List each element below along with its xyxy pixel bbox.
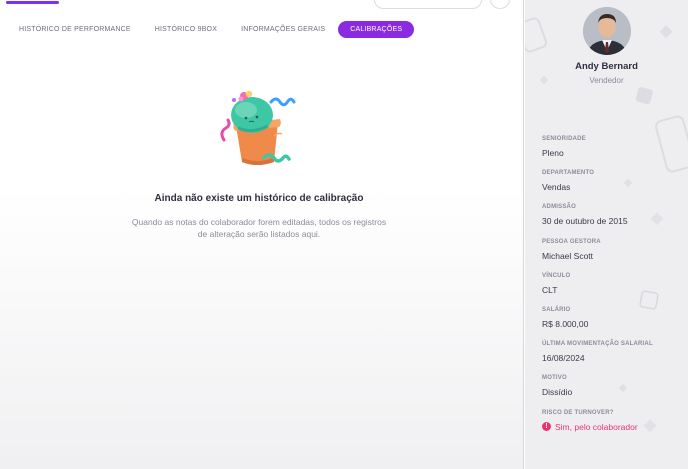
alert-circle-icon: ! [542,422,551,431]
search-input[interactable] [374,0,482,9]
field-contract-type: VÍNCULO CLT [542,273,682,307]
tab-general-info[interactable]: INFORMAÇÕES GERAIS [230,21,336,38]
field-value: Vendas [542,182,571,193]
avatar [583,7,631,55]
profile-fields: SENIORIDADE Pleno DEPARTAMENTO Vendas AD… [542,136,682,444]
field-last-salary-change: ÚLTIMA MOVIMENTAÇÃO SALARIAL 16/08/2024 [542,341,682,375]
field-label: PESSOA GESTORA [542,238,601,245]
field-value: Pleno [542,148,564,158]
field-value: Dissídio [542,387,573,398]
field-label: ADMISSÃO [542,204,576,211]
tab-performance-history[interactable]: HISTÓRICO DE PERFORMANCE [8,21,142,38]
profile-role: Vendedor [589,76,624,85]
field-admission: ADMISSÃO 30 de outubro de 2015 [542,204,682,238]
profile-sidebar: Andy Bernard Vendedor SENIORIDADE Pleno … [525,0,688,469]
field-value: Michael Scott [542,250,594,261]
field-label: VÍNCULO [542,272,571,279]
tab-9box-history[interactable]: HISTÓRICO 9BOX [144,21,228,38]
empty-state-title: Ainda não existe um histórico de calibra… [154,193,364,204]
field-label: ÚLTIMA MOVIMENTAÇÃO SALARIAL [542,341,653,348]
turnover-risk-value: ! Sim, pelo colaborador [542,420,682,434]
field-turnover-risk: RISCO DE TURNOVER? ! Sim, pelo colaborad… [542,410,682,444]
turnover-risk-text: Sim, pelo colaborador [555,421,638,432]
field-department: DEPARTAMENTO Vendas [542,170,682,204]
tab-calibrations[interactable]: CALIBRAÇÕES [338,21,415,38]
field-value: 16/08/2024 [542,353,585,364]
field-label: SALÁRIO [542,306,571,313]
main-content: HISTÓRICO DE PERFORMANCE HISTÓRICO 9BOX … [0,0,524,469]
field-value: CLT [542,284,558,295]
field-reason: MOTIVO Dissídio [542,375,682,409]
field-seniority: SENIORIDADE Pleno [542,136,682,170]
field-label: DEPARTAMENTO [542,170,595,177]
field-value: 30 de outubro de 2015 [542,216,628,227]
field-salary: SALÁRIO R$ 8.000,00 [542,307,682,341]
field-manager: PESSOA GESTORA Michael Scott [542,239,682,273]
header-action-button[interactable] [490,0,510,9]
profile-name: Andy Bernard [575,61,638,72]
field-label: MOTIVO [542,375,567,382]
cactus-pot-illustration [220,90,296,165]
empty-state-description: Quando as notas do colaborador forem edi… [131,217,387,239]
top-tab-indicator [6,1,59,4]
field-label: SENIORIDADE [542,136,586,142]
field-value: R$ 8.000,00 [542,318,589,329]
field-label: RISCO DE TURNOVER? [542,409,614,416]
tab-bar: HISTÓRICO DE PERFORMANCE HISTÓRICO 9BOX … [8,20,415,39]
